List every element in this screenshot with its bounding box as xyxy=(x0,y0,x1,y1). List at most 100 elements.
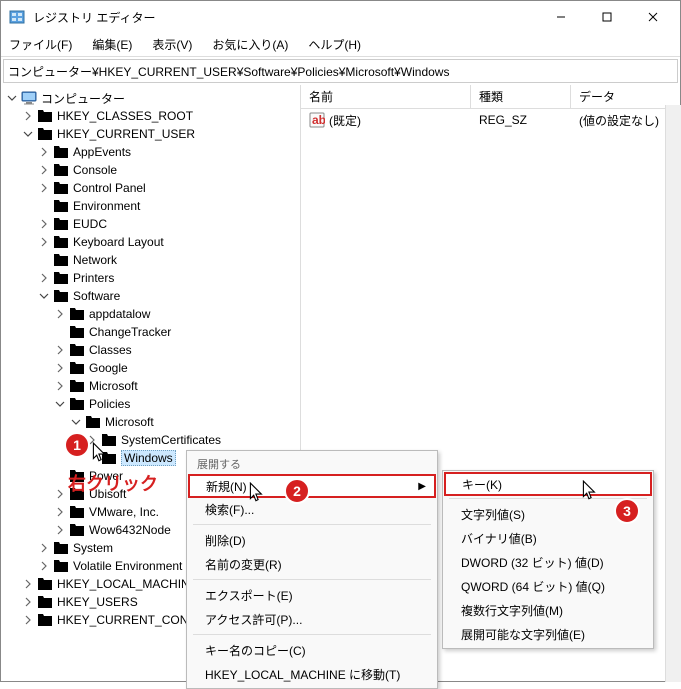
cursor-icon xyxy=(92,442,108,464)
annotation-right-click: 右クリック xyxy=(68,470,158,496)
ctx-copy-key-name[interactable]: キー名のコピー(C) xyxy=(189,638,435,662)
col-name[interactable]: 名前 xyxy=(301,85,471,108)
chevron-right-icon[interactable] xyxy=(53,361,67,375)
folder-icon xyxy=(53,163,69,177)
chevron-right-icon[interactable] xyxy=(21,109,35,123)
tree-node-pol[interactable]: Policies xyxy=(1,395,300,413)
tree-node-prn[interactable]: Printers xyxy=(1,269,300,287)
context-menu: 展開する 新規(N)▶ 検索(F)... 削除(D) 名前の変更(R) エクスポ… xyxy=(186,450,438,689)
sub-multistring[interactable]: 複数行文字列値(M) xyxy=(445,598,651,622)
minimize-button[interactable] xyxy=(538,1,584,33)
chevron-right-icon[interactable] xyxy=(21,577,35,591)
chevron-down-icon[interactable] xyxy=(21,127,35,141)
tree-node-syscert[interactable]: SystemCertificates xyxy=(1,431,300,449)
folder-icon xyxy=(37,577,53,591)
chevron-right-icon[interactable] xyxy=(37,163,51,177)
folder-icon xyxy=(53,181,69,195)
chevron-down-icon[interactable] xyxy=(53,397,67,411)
tree-label: HKEY_USERS xyxy=(57,595,138,609)
app-icon xyxy=(9,9,25,25)
tree-node-ms[interactable]: Microsoft xyxy=(1,377,300,395)
tree-node-hkcu[interactable]: HKEY_CURRENT_USER xyxy=(1,125,300,143)
chevron-right-icon[interactable] xyxy=(37,541,51,555)
chevron-right-icon[interactable] xyxy=(53,307,67,321)
tree-node-appevents[interactable]: AppEvents xyxy=(1,143,300,161)
ctx-rename[interactable]: 名前の変更(R) xyxy=(189,552,435,576)
chevron-right-icon[interactable] xyxy=(53,487,67,501)
tree-label: Network xyxy=(73,253,117,267)
address-bar[interactable]: コンピューター¥HKEY_CURRENT_USER¥Software¥Polic… xyxy=(3,59,678,83)
chevron-down-icon[interactable] xyxy=(5,91,19,105)
menu-file[interactable]: ファイル(F) xyxy=(5,34,76,55)
sub-key[interactable]: キー(K) xyxy=(444,472,652,496)
tree-node-hkcr[interactable]: HKEY_CLASSES_ROOT xyxy=(1,107,300,125)
chevron-down-icon[interactable] xyxy=(69,415,83,429)
ctx-export[interactable]: エクスポート(E) xyxy=(189,583,435,607)
chevron-right-icon[interactable] xyxy=(37,217,51,231)
chevron-right-icon[interactable] xyxy=(37,271,51,285)
chevron-right-icon[interactable] xyxy=(37,559,51,573)
menu-help[interactable]: ヘルプ(H) xyxy=(304,34,365,55)
tree-node-appdata[interactable]: appdatalow xyxy=(1,305,300,323)
window-title: レジストリ エディター xyxy=(33,9,538,26)
chevron-right-icon[interactable] xyxy=(21,595,35,609)
menu-view[interactable]: 表示(V) xyxy=(148,34,196,55)
tree-node-console[interactable]: Console xyxy=(1,161,300,179)
annotation-badge-2: 2 xyxy=(284,478,310,504)
col-data[interactable]: データ xyxy=(571,85,680,108)
chevron-right-icon[interactable] xyxy=(53,379,67,393)
folder-icon xyxy=(53,559,69,573)
chevron-right-icon[interactable] xyxy=(37,181,51,195)
tree-node-eudc[interactable]: EUDC xyxy=(1,215,300,233)
folder-icon xyxy=(85,415,101,429)
tree-label: Printers xyxy=(73,271,114,285)
details-scrollbar[interactable] xyxy=(665,105,681,682)
tree-label: Windows xyxy=(121,450,176,466)
tree-label: Microsoft xyxy=(89,379,138,393)
tree-node-sw[interactable]: Software xyxy=(1,287,300,305)
sub-binary[interactable]: バイナリ値(B) xyxy=(445,526,651,550)
ctx-delete[interactable]: 削除(D) xyxy=(189,528,435,552)
chevron-right-icon[interactable] xyxy=(53,343,67,357)
tree-node-kbd[interactable]: Keyboard Layout xyxy=(1,233,300,251)
chevron-right-icon[interactable] xyxy=(37,235,51,249)
col-type[interactable]: 種類 xyxy=(471,85,571,108)
tree-label: HKEY_CURRENT_USER xyxy=(57,127,195,141)
tree-node-cp[interactable]: Control Panel xyxy=(1,179,300,197)
ctx-jump[interactable]: HKEY_LOCAL_MACHINE に移動(T) xyxy=(189,662,435,686)
menu-favorites[interactable]: お気に入り(A) xyxy=(208,34,292,55)
value-row[interactable]: ab (既定) REG_SZ (値の設定なし) xyxy=(301,109,680,131)
ctx-permissions[interactable]: アクセス許可(P)... xyxy=(189,607,435,631)
sub-dword[interactable]: DWORD (32 ビット) 値(D) xyxy=(445,550,651,574)
folder-icon xyxy=(69,379,85,393)
maximize-button[interactable] xyxy=(584,1,630,33)
tree-node-classes[interactable]: Classes xyxy=(1,341,300,359)
tree-node-pol_ms[interactable]: Microsoft xyxy=(1,413,300,431)
tree-label: HKEY_LOCAL_MACHINE xyxy=(57,577,198,591)
tree-node-root[interactable]: コンピューター xyxy=(1,89,300,107)
tree-label: Environment xyxy=(73,199,140,213)
sub-expandstring[interactable]: 展開可能な文字列値(E) xyxy=(445,622,651,646)
tree-node-net[interactable]: Network xyxy=(1,251,300,269)
folder-icon xyxy=(37,613,53,627)
cursor-icon xyxy=(582,480,598,502)
chevron-right-icon[interactable] xyxy=(37,145,51,159)
folder-icon xyxy=(37,595,53,609)
computer-icon xyxy=(21,91,37,105)
close-button[interactable] xyxy=(630,1,676,33)
menu-edit[interactable]: 編集(E) xyxy=(88,34,136,55)
chevron-right-icon[interactable] xyxy=(21,613,35,627)
tree-label: Software xyxy=(73,289,120,303)
tree-node-google[interactable]: Google xyxy=(1,359,300,377)
folder-icon xyxy=(53,235,69,249)
ctx-find[interactable]: 検索(F)... xyxy=(189,497,435,521)
tree-node-ct[interactable]: ChangeTracker xyxy=(1,323,300,341)
folder-icon xyxy=(69,343,85,357)
ctx-new[interactable]: 新規(N)▶ xyxy=(188,474,436,498)
sub-qword[interactable]: QWORD (64 ビット) 値(Q) xyxy=(445,574,651,598)
chevron-right-icon[interactable] xyxy=(53,523,67,537)
tree-label: Keyboard Layout xyxy=(73,235,164,249)
chevron-down-icon[interactable] xyxy=(37,289,51,303)
tree-node-env[interactable]: Environment xyxy=(1,197,300,215)
chevron-right-icon[interactable] xyxy=(53,505,67,519)
